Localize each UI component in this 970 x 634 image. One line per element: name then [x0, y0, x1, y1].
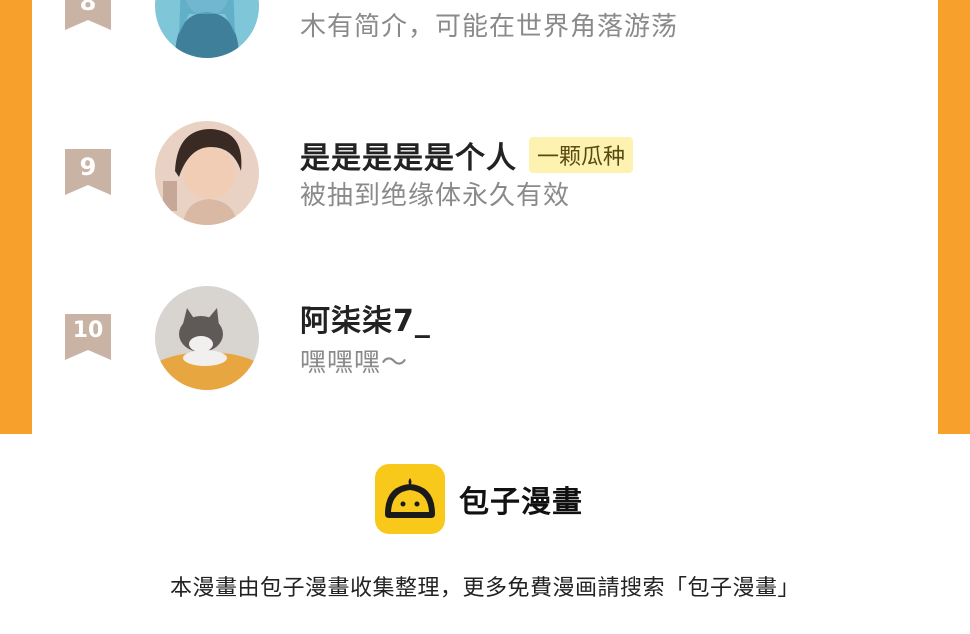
ranking-row-8[interactable]: 8 木有简介，可能在世界角落游荡 — [32, 0, 938, 58]
user-name[interactable]: 阿柒柒7_ — [300, 296, 431, 340]
avatar-dark-hair-boy-icon[interactable] — [155, 121, 259, 225]
brand-name: 包子漫畫 — [459, 485, 583, 520]
user-name[interactable]: 是是是是是个人 — [300, 133, 517, 177]
name-line: 是是是是是个人 一颗瓜种 — [300, 133, 634, 177]
avatar-gray-cat-icon[interactable] — [155, 286, 259, 390]
baozi-logo-icon — [375, 464, 445, 534]
name-line: 阿柒柒7_ — [300, 296, 431, 340]
brand[interactable]: 包子漫畫 — [375, 464, 583, 534]
user-bio: 被抽到绝缘体永久有效 — [300, 181, 571, 211]
ranking-row-10[interactable]: 10 阿柒柒7_ 嘿嘿嘿～ — [32, 286, 938, 390]
rank-number: 10 — [72, 318, 104, 343]
rank-number: 8 — [79, 0, 97, 16]
user-bio: 嘿嘿嘿～ — [300, 348, 409, 378]
footer-note: 本漫畫由包子漫畫收集整理，更多免費漫画請搜索「包子漫畫」 — [169, 576, 800, 601]
user-bio: 木有简介，可能在世界角落游荡 — [300, 12, 679, 42]
rank-ribbon-icon: 10 — [65, 314, 111, 360]
rank-ribbon-icon: 9 — [65, 149, 111, 195]
rank-ribbon-icon: 8 — [65, 0, 111, 30]
footer: 包子漫畫 本漫畫由包子漫畫收集整理，更多免費漫画請搜索「包子漫畫」 — [0, 434, 970, 634]
user-title-badge: 一颗瓜种 — [529, 137, 634, 173]
ranking-row-9[interactable]: 9 是是是是是个人 一颗瓜种 被抽到绝缘体永久有效 — [32, 121, 938, 225]
avatar-blue-hair-girl-icon[interactable] — [155, 0, 259, 58]
ranking-card: 8 木有简介，可能在世界角落游荡 9 是是是是是个人 一颗瓜种 被抽到绝缘体永久… — [32, 0, 938, 434]
rank-number: 9 — [79, 153, 97, 181]
